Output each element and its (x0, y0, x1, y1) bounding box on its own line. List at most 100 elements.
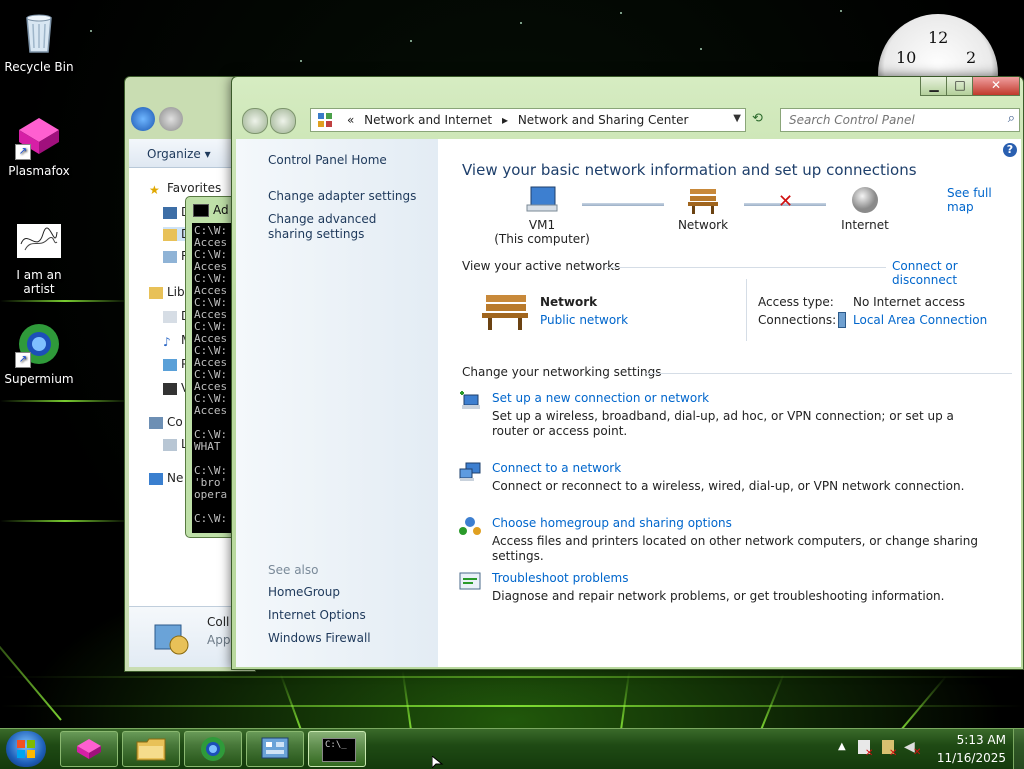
access-type-value: No Internet access (853, 295, 966, 309)
map-node-internet[interactable]: Internet (815, 185, 915, 232)
taskbar-plasmafox[interactable] (60, 731, 118, 767)
videos-icon (163, 382, 177, 395)
address-bar[interactable]: « Network and Internet ▸ Network and Sha… (310, 108, 746, 132)
windows-firewall-link[interactable]: Windows Firewall (268, 631, 371, 645)
tree-item-computer[interactable]: Co (149, 415, 183, 429)
control-panel-home-link[interactable]: Control Panel Home (268, 153, 387, 167)
desktop-icon-supermium[interactable]: ↗ Supermium (0, 320, 79, 386)
back-button[interactable] (131, 107, 155, 131)
details-subtitle: App (207, 633, 231, 647)
forward-button[interactable] (270, 108, 296, 134)
desktop-icon-recycle-bin[interactable]: Recycle Bin (0, 8, 79, 74)
tree-label: Ne (167, 471, 184, 485)
plasmafox-icon (77, 739, 101, 759)
see-full-map-link[interactable]: See full map (947, 186, 1021, 214)
computer-name: VM1 (528, 218, 556, 232)
map-node-computer[interactable]: VM1 (This computer) (492, 185, 592, 246)
cmd-icon (193, 204, 209, 217)
disconnected-x-icon[interactable]: ✕ (778, 191, 793, 212)
change-settings-heading: Change your networking settings (462, 365, 662, 379)
refresh-icon[interactable]: ⟲ (752, 111, 763, 126)
show-desktop-button[interactable] (1013, 729, 1024, 769)
folder-icon (163, 228, 177, 241)
troubleshoot-problems-link[interactable]: Troubleshoot problems (492, 571, 628, 585)
tree-item-libraries[interactable]: Libr (149, 285, 190, 299)
close-button[interactable]: ✕ (972, 77, 1020, 96)
access-type-label: Access type: (758, 295, 834, 309)
network-sharing-center-window[interactable]: ▁ □ ✕ « Network and Internet ▸ Network a… (231, 76, 1024, 670)
help-icon[interactable]: ? (1003, 143, 1017, 157)
desktop-icon-i-am-an-artist[interactable]: I am an artist (0, 224, 79, 296)
explorer-nav-buttons (131, 107, 183, 131)
map-connector (582, 203, 664, 206)
minimize-button[interactable]: ▁ (920, 77, 948, 96)
organize-label: Organize (147, 147, 201, 161)
ethernet-icon (838, 312, 846, 328)
plasmafox-icon: ↗ (15, 112, 63, 160)
tray-date[interactable]: 11/16/2025 (937, 751, 1006, 765)
mouse-cursor-icon (432, 756, 444, 768)
taskbar-supermium[interactable] (184, 731, 242, 767)
maximize-button[interactable]: □ (946, 77, 974, 96)
computer-icon (526, 186, 558, 212)
active-network-name: Network (540, 295, 598, 309)
local-area-connection-link[interactable]: Local Area Connection (853, 313, 987, 327)
divider (646, 373, 1012, 374)
homegroup-sharing-options-link[interactable]: Choose homegroup and sharing options (492, 516, 732, 530)
network-type-link[interactable]: Public network (540, 313, 628, 327)
folder-icon (136, 738, 166, 761)
breadcrumb-network-sharing-center[interactable]: Network and Sharing Center (518, 113, 689, 127)
homegroup-link[interactable]: HomeGroup (268, 585, 340, 599)
taskbar-cmd[interactable]: C:\_ (308, 731, 366, 767)
setup-new-connection-desc: Set up a wireless, broadband, dial-up, a… (492, 409, 954, 438)
back-button[interactable] (242, 108, 268, 134)
address-dropdown-icon[interactable]: ▼ (733, 113, 741, 124)
connect-or-disconnect-link[interactable]: Connect or disconnect (892, 259, 1021, 287)
map-node-network[interactable]: Network (653, 185, 753, 232)
shortcut-arrow-icon: ↗ (15, 352, 31, 368)
star (90, 30, 92, 32)
setup-new-connection-link[interactable]: Set up a new connection or network (492, 391, 709, 405)
details-title: Coll (207, 615, 230, 629)
active-networks-heading: View your active networks (462, 259, 621, 273)
internet-options-link[interactable]: Internet Options (268, 608, 366, 622)
grid-ray (760, 673, 785, 728)
pictures-icon (163, 358, 177, 371)
taskbar-explorer[interactable] (122, 731, 180, 767)
tree-item-network[interactable]: Ne (149, 471, 183, 485)
supermium-icon: ↗ (15, 320, 63, 368)
connect-to-network-link[interactable]: Connect to a network (492, 461, 621, 475)
desktop-icon-plasmafox[interactable]: ↗ Plasmafox (0, 112, 79, 178)
network-name: Network (677, 218, 729, 232)
troubleshoot-icon (459, 572, 481, 590)
breadcrumb-overflow[interactable]: « (347, 113, 354, 127)
tree-item[interactable]: L (163, 437, 188, 451)
desktop-icon-label: Plasmafox (8, 164, 70, 178)
taskbar-control-panel[interactable] (246, 731, 304, 767)
tree-item-favorites[interactable]: ★ Favorites (149, 181, 221, 197)
organize-button[interactable]: Organize ▾ (147, 147, 211, 161)
vertical-divider (746, 279, 747, 341)
tray-time[interactable]: 5:13 AM (957, 733, 1006, 747)
clock-number: 10 (896, 48, 917, 67)
grid-ray (620, 670, 631, 728)
change-advanced-sharing-link[interactable]: Change advanced sharing settings (268, 212, 418, 242)
breadcrumb-network-and-internet[interactable]: Network and Internet (364, 113, 492, 127)
search-input[interactable] (787, 112, 991, 128)
homegroup-icon (459, 517, 481, 535)
cmd-title-text: Ad (213, 203, 229, 217)
breadcrumb: « Network and Internet ▸ Network and Sha… (347, 113, 694, 127)
control-panel-icon (154, 624, 189, 655)
search-box[interactable]: ⌕ (780, 108, 1020, 132)
internet-label: Internet (841, 218, 889, 232)
show-hidden-icons-icon[interactable]: ▲ (838, 741, 846, 752)
search-icon[interactable]: ⌕ (1008, 111, 1015, 126)
start-button[interactable] (6, 731, 46, 767)
taskbar: C:\_ ▲ ✕ ✕ ◀ ✕ 5:13 AM 11/16/2025 (0, 728, 1024, 769)
change-adapter-settings-link[interactable]: Change adapter settings (268, 189, 416, 203)
scribble-image-icon (17, 224, 61, 258)
action-center-error-icon: ✕ (865, 748, 874, 759)
breadcrumb-separator: ▸ (501, 113, 508, 127)
connect-to-network-desc: Connect or reconnect to a wireless, wire… (492, 479, 965, 493)
forward-button[interactable] (158, 107, 183, 131)
